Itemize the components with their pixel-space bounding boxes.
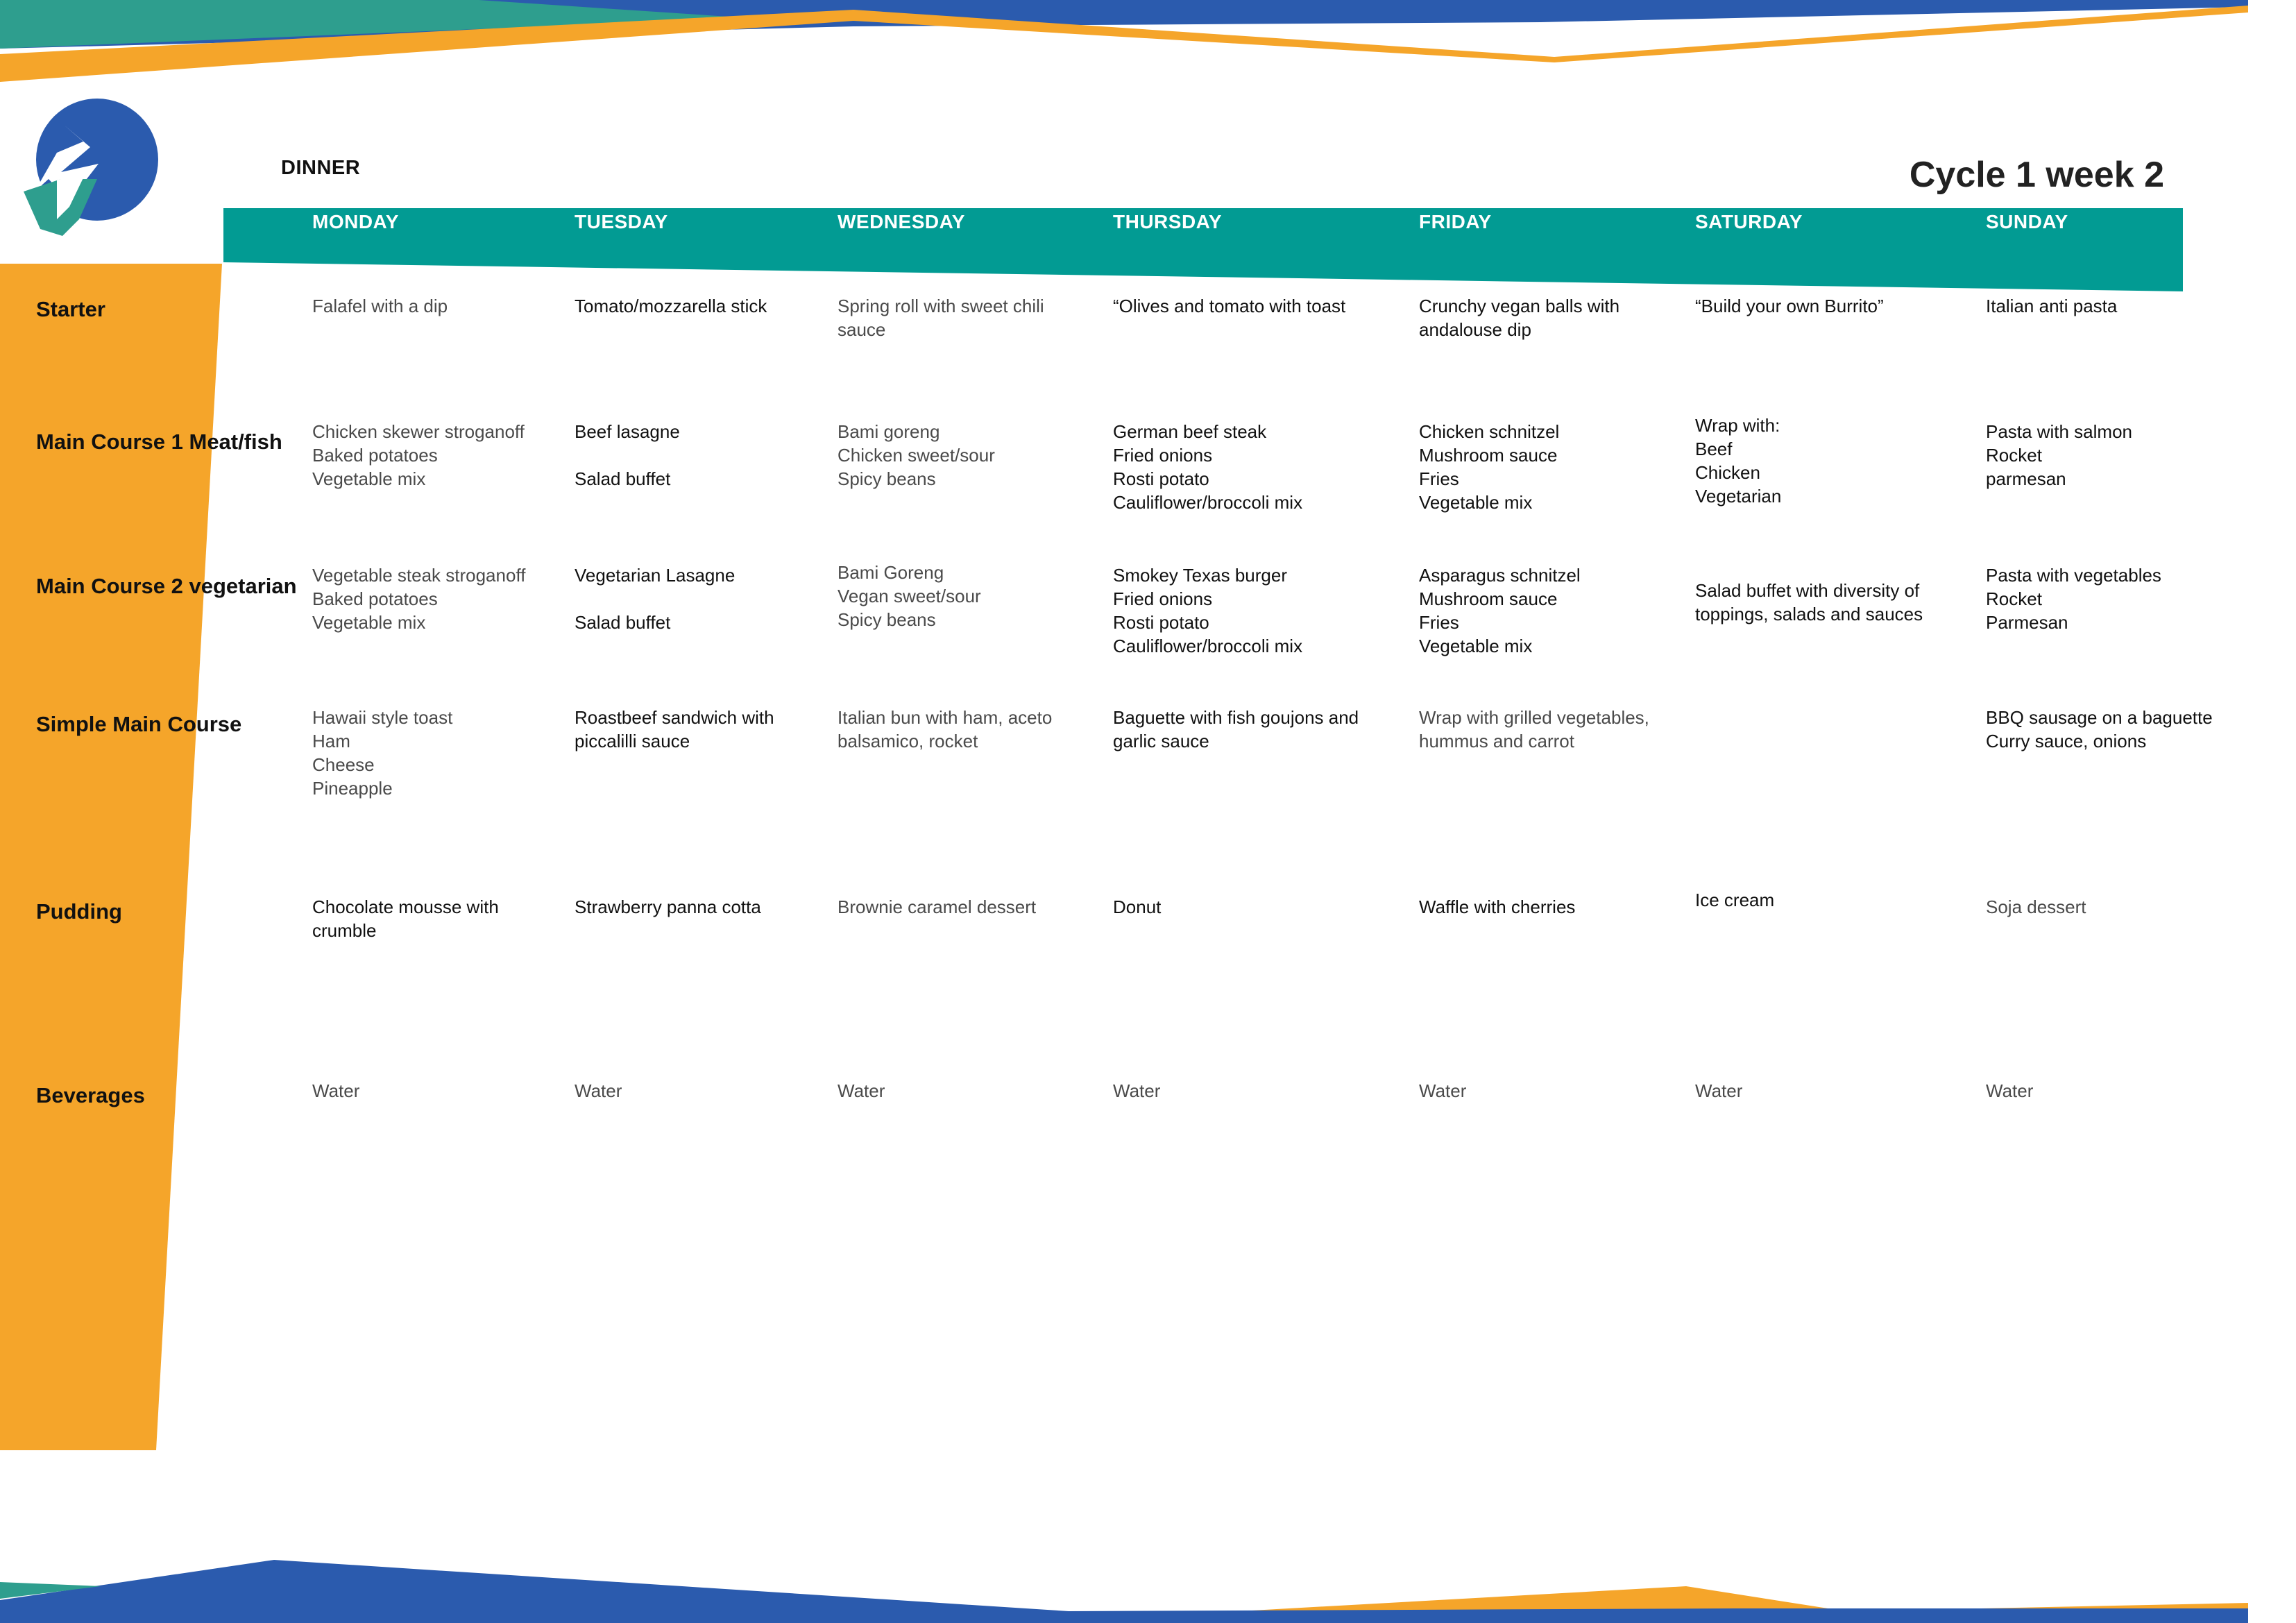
day-header-saturday: SATURDAY (1695, 211, 1803, 232)
menu-cell-pudding-tuesday: Strawberry panna cotta (575, 897, 761, 917)
day-header-sunday: SUNDAY (1986, 211, 2068, 232)
lightning-circle-logo (24, 99, 158, 236)
menu-cell-simple-friday: Wrap with grilled vegetables, hummus and… (1419, 707, 1649, 751)
menu-cell-main1-saturday: Wrap with: Beef Chicken Vegetarian (1695, 415, 1782, 507)
menu-cell-main2-thursday: Smokey Texas burger Fried onions Rosti p… (1113, 565, 1303, 656)
day-header-monday: MONDAY (312, 211, 399, 232)
menu-cell-main1-sunday: Pasta with salmon Rocket parmesan (1986, 421, 2132, 489)
page-decoration (0, 0, 2248, 1623)
menu-cell-main1-wednesday: Bami goreng Chicken sweet/sour Spicy bea… (837, 421, 995, 489)
menu-cell-beverages-saturday: Water (1695, 1080, 1743, 1101)
menu-cell-simple-sunday: BBQ sausage on a baguette Curry sauce, o… (1986, 707, 2213, 751)
menu-cell-pudding-sunday: Soja dessert (1986, 897, 2086, 917)
menu-cell-starter-friday: Crunchy vegan balls with andalouse dip (1419, 296, 1620, 340)
menu-cell-simple-wednesday: Italian bun with ham, aceto balsamico, r… (837, 707, 1053, 751)
menu-cell-starter-saturday: “Build your own Burrito” (1695, 296, 1884, 316)
menu-cell-main1-friday: Chicken schnitzel Mushroom sauce Fries V… (1419, 421, 1560, 513)
row-label-simple-main-course: Simple Main Course (36, 712, 242, 736)
menu-cell-main2-saturday: Salad buffet with diversity of toppings,… (1695, 580, 1923, 624)
row-label-pudding: Pudding (36, 899, 122, 924)
bottom-blue-band (0, 1560, 2248, 1623)
menu-cell-main2-tuesday: Vegetarian Lasagne Salad buffet (575, 565, 735, 633)
menu-cell-main2-wednesday: Bami Goreng Vegan sweet/sour Spicy beans (837, 562, 981, 630)
menu-cell-pudding-monday: Chocolate mousse with crumble (312, 897, 499, 941)
menu-cell-starter-thursday: “Olives and tomato with toast (1113, 296, 1346, 316)
menu-cell-pudding-thursday: Donut (1113, 897, 1162, 917)
menu-cell-main1-thursday: German beef steak Fried onions Rosti pot… (1113, 421, 1303, 513)
menu-cell-beverages-monday: Water (312, 1080, 360, 1101)
menu-cell-main2-monday: Vegetable steak stroganoff Baked potatoe… (312, 565, 526, 633)
menu-cell-pudding-wednesday: Brownie caramel dessert (837, 897, 1037, 917)
menu-cell-starter-wednesday: Spring roll with sweet chili sauce (837, 296, 1044, 340)
row-label-beverages: Beverages (36, 1083, 145, 1107)
menu-cell-pudding-friday: Waffle with cherries (1419, 897, 1576, 917)
menu-cell-simple-tuesday: Roastbeef sandwich with piccalilli sauce (575, 707, 774, 751)
day-header-thursday: THURSDAY (1113, 211, 1222, 232)
row-label-main-course-2: Main Course 2 vegetarian (36, 574, 297, 598)
meal-title: DINNER (281, 157, 361, 179)
menu-cell-main1-monday: Chicken skewer stroganoff Baked potatoes… (312, 421, 525, 489)
menu-cell-simple-thursday: Baguette with fish goujons and garlic sa… (1113, 707, 1359, 751)
menu-cell-main2-sunday: Pasta with vegetables Rocket Parmesan (1986, 565, 2161, 633)
day-header-tuesday: TUESDAY (575, 211, 668, 232)
menu-cell-main2-friday: Asparagus schnitzel Mushroom sauce Fries… (1419, 565, 1581, 656)
menu-cell-starter-monday: Falafel with a dip (312, 296, 448, 316)
menu-cell-main1-tuesday: Beef lasagne Salad buffet (575, 421, 680, 489)
day-header-wednesday: WEDNESDAY (837, 211, 965, 232)
row-label-starter: Starter (36, 297, 105, 321)
row-label-main-course-1: Main Course 1 Meat/fish (36, 430, 282, 454)
menu-cell-beverages-thursday: Water (1113, 1080, 1161, 1101)
menu-cell-starter-tuesday: Tomato/mozzarella stick (575, 296, 767, 316)
menu-cell-beverages-sunday: Water (1986, 1080, 2034, 1101)
menu-cell-pudding-saturday: Ice cream (1695, 890, 1775, 910)
menu-cell-beverages-friday: Water (1419, 1080, 1467, 1101)
cycle-title: Cycle 1 week 2 (1909, 155, 2164, 195)
menu-cell-simple-monday: Hawaii style toast Ham Cheese Pineapple (312, 707, 453, 799)
menu-cell-beverages-wednesday: Water (837, 1080, 885, 1101)
menu-cell-beverages-tuesday: Water (575, 1080, 622, 1101)
day-header-friday: FRIDAY (1419, 211, 1492, 232)
menu-cell-starter-sunday: Italian anti pasta (1986, 296, 2118, 316)
